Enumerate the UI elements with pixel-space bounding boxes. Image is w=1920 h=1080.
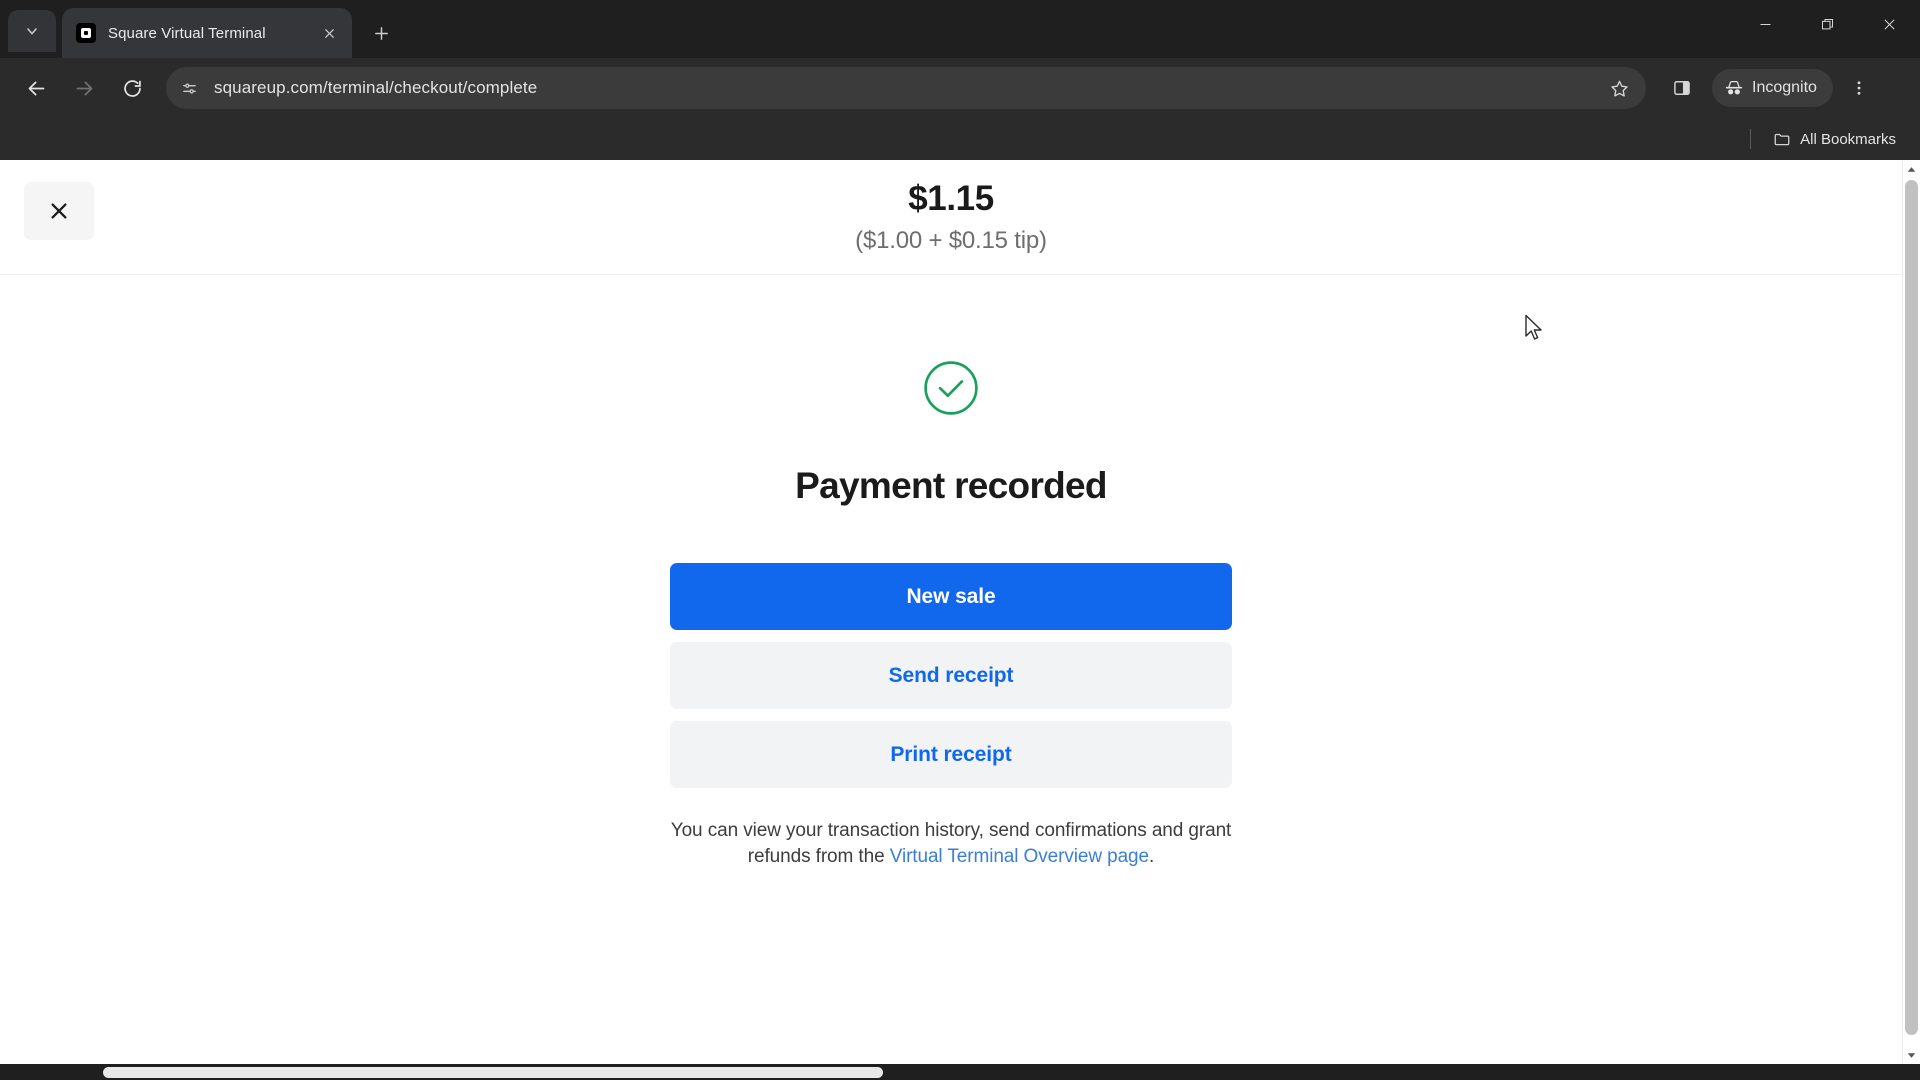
incognito-label: Incognito [1752,79,1817,96]
folder-icon [1774,133,1790,146]
total-amount: $1.15 [908,178,994,218]
page-header: $1.15 ($1.00 + $0.15 tip) [0,160,1902,275]
all-bookmarks-button[interactable]: All Bookmarks [1765,125,1904,153]
footnote-text-after: . [1149,846,1155,868]
browser-toolbar: squareup.com/terminal/checkout/complete [0,58,1920,118]
browser-menu-button[interactable] [1839,66,1879,110]
site-settings-icon [182,83,196,93]
back-arrow-icon [28,81,44,95]
vertical-scrollbar[interactable] [1902,160,1920,1064]
minimize-button[interactable] [1734,0,1796,48]
browser-window: Square Virtual Terminal squareup.com/ter… [0,0,1920,1080]
page-content: Payment recorded New sale Send receipt P… [0,275,1902,870]
side-panel-button[interactable] [1660,66,1704,110]
three-dot-menu-icon [1857,81,1861,95]
incognito-indicator[interactable]: Incognito [1712,69,1833,107]
close-icon [324,28,334,38]
new-tab-button[interactable] [364,16,398,50]
maximize-button[interactable] [1796,0,1858,48]
reload-button[interactable] [110,66,154,110]
bookmarks-separator [1750,129,1752,149]
horizontal-scrollbar[interactable] [0,1064,1920,1080]
incognito-icon [1725,80,1743,95]
reload-icon [123,79,141,97]
amount-breakdown: ($1.00 + $0.15 tip) [855,227,1047,255]
send-receipt-button[interactable]: Send receipt [670,642,1232,709]
checkout-complete-page: $1.15 ($1.00 + $0.15 tip) Payment record… [0,160,1902,1060]
close-window-button[interactable] [1858,0,1920,48]
tab-strip: Square Virtual Terminal [0,0,1920,58]
virtual-terminal-overview-link[interactable]: Virtual Terminal Overview page [890,846,1149,867]
restore-icon [1821,18,1833,29]
all-bookmarks-label: All Bookmarks [1800,130,1896,148]
horizontal-scroll-thumb[interactable] [103,1067,883,1078]
square-favicon [76,23,96,43]
vertical-scroll-track[interactable] [1903,178,1920,1046]
scroll-down-button[interactable] [1903,1046,1920,1064]
caret-down-icon [1907,1052,1916,1058]
close-icon [51,203,67,219]
tab-square-virtual-terminal[interactable]: Square Virtual Terminal [62,8,352,58]
side-panel-icon [1674,81,1690,95]
vertical-scroll-thumb[interactable] [1905,180,1918,1035]
site-settings-button[interactable] [172,71,206,105]
caret-up-icon [1907,166,1916,172]
close-icon [1884,19,1894,29]
print-receipt-button[interactable]: Print receipt [670,721,1232,788]
window-controls [1734,0,1920,48]
tab-close-button[interactable] [316,20,342,46]
footnote: You can view your transaction history, s… [661,818,1241,870]
minimize-icon [1760,23,1770,25]
back-button[interactable] [14,66,58,110]
new-sale-button[interactable]: New sale [670,563,1232,630]
check-circle-icon [924,361,978,415]
page-viewport: $1.15 ($1.00 + $0.15 tip) Payment record… [0,160,1920,1080]
forward-arrow-icon [76,81,92,95]
bookmarks-bar: All Bookmarks [0,118,1920,160]
star-icon [1610,80,1628,97]
bookmark-button[interactable] [1602,71,1636,105]
tab-search-button[interactable] [8,10,56,52]
page-title: Payment recorded [795,465,1107,506]
scroll-up-button[interactable] [1903,160,1920,178]
tab-title: Square Virtual Terminal [108,24,266,42]
forward-button[interactable] [62,66,106,110]
url-text[interactable]: squareup.com/terminal/checkout/complete [206,78,1602,98]
close-checkout-button[interactable] [24,182,94,240]
address-bar[interactable]: squareup.com/terminal/checkout/complete [166,67,1646,109]
action-button-stack: New sale Send receipt Print receipt [670,563,1232,788]
plus-icon [374,26,388,40]
chevron-down-icon [27,28,37,35]
